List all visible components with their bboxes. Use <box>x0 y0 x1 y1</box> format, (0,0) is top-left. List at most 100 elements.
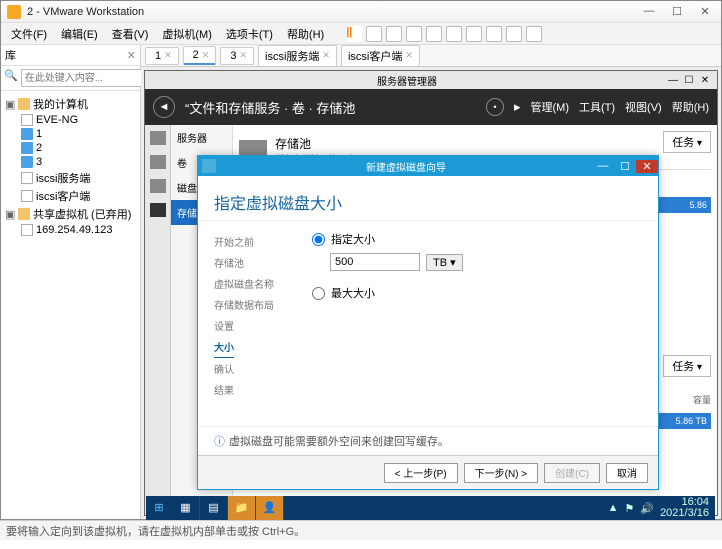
toolbar-icon[interactable] <box>366 26 382 42</box>
toolbar-icon[interactable] <box>446 26 462 42</box>
step-settings[interactable]: 设置 <box>214 315 298 336</box>
menu-edit[interactable]: 编辑(E) <box>55 24 104 44</box>
menu-tools[interactable]: 工具(T) <box>579 99 615 115</box>
toolbar-icon[interactable] <box>386 26 402 42</box>
tree-item-2[interactable]: 2 <box>3 141 138 155</box>
tree-item-iscsi-client[interactable]: iscsi客户端 <box>3 187 138 205</box>
server-icon[interactable] <box>150 155 166 169</box>
tasks-button-2[interactable]: 任务 ▾ <box>663 355 711 377</box>
cancel-button[interactable]: 取消 <box>606 463 648 483</box>
clock[interactable]: 16:04 2021/3/16 <box>660 497 709 519</box>
window-controls: — ☐ ✕ <box>639 5 715 18</box>
close-button[interactable]: ✕ <box>695 5 715 18</box>
toolbar-icon[interactable] <box>406 26 422 42</box>
menu-view[interactable]: 视图(V) <box>625 99 662 115</box>
toolbar-icon[interactable] <box>466 26 482 42</box>
maximize-button[interactable]: ☐ <box>614 160 636 173</box>
tree-item-iscsi-server[interactable]: iscsi服务端 <box>3 169 138 187</box>
breadcrumb: “文件和存储服务 · 卷 · 存储池 <box>185 98 476 117</box>
tree-item-1[interactable]: 1 <box>3 127 138 141</box>
tray-icon[interactable]: ⚑ <box>624 502 634 515</box>
maximize-button[interactable]: ☐ <box>681 75 697 86</box>
tab-2[interactable]: 2✕ <box>183 46 217 65</box>
close-icon[interactable]: ✕ <box>239 50 247 61</box>
tree-ip[interactable]: 169.254.49.123 <box>3 223 138 237</box>
taskbar-item[interactable]: ▤ <box>200 496 228 520</box>
wizard-titlebar: 新建虚拟磁盘向导 — ☐ ✕ <box>198 156 658 176</box>
titlebar: 2 - VMware Workstation — ☐ ✕ <box>1 1 721 23</box>
library-sidebar: 库 ✕ 🔍 ▾ ▣ 我的计算机 EVE-NG 1 <box>1 45 141 519</box>
srvmgr-titlebar: 服务器管理器 —☐✕ <box>145 71 717 89</box>
file-services-icon[interactable] <box>150 203 166 217</box>
size-unit-dropdown[interactable]: TB ▾ <box>426 254 463 271</box>
library-close-icon[interactable]: ✕ <box>127 49 136 62</box>
toolbar-icon[interactable] <box>506 26 522 42</box>
vm-icon <box>21 172 33 184</box>
tab-iscsi-server[interactable]: iscsi服务端✕ <box>258 45 337 67</box>
close-button[interactable]: ✕ <box>697 75 713 86</box>
step-layout[interactable]: 存储数据布局 <box>214 294 298 315</box>
close-icon[interactable]: ✕ <box>164 50 172 61</box>
wizard-form: 指定大小 TB ▾ 最大大小 <box>298 221 658 426</box>
tray-icon[interactable]: ▲ <box>608 502 619 514</box>
wizard-heading: 指定虚拟磁盘大小 <box>198 176 658 221</box>
vm-icon <box>21 114 33 126</box>
menu-file[interactable]: 文件(F) <box>5 24 53 44</box>
taskbar-item-explorer[interactable]: 📁 <box>228 496 256 520</box>
close-icon[interactable]: ✕ <box>202 50 210 61</box>
tab-3[interactable]: 3✕ <box>220 47 254 65</box>
maximize-button[interactable]: ☐ <box>667 5 687 18</box>
radio-max-size[interactable] <box>312 287 325 300</box>
all-servers-icon[interactable] <box>150 179 166 193</box>
minimize-button[interactable]: — <box>592 160 614 173</box>
tree-item-eveng[interactable]: EVE-NG <box>3 113 138 127</box>
next-button[interactable]: 下一步(N) > <box>464 463 539 483</box>
size-input[interactable] <box>330 253 420 271</box>
library-search-input[interactable] <box>21 69 161 87</box>
toolbar-icon[interactable] <box>486 26 502 42</box>
menu-tabs[interactable]: 选项卡(T) <box>220 24 279 44</box>
pause-icon[interactable]: || <box>346 26 362 42</box>
menu-help[interactable]: 帮助(H) <box>672 99 709 115</box>
flag-icon[interactable]: ▸ <box>514 99 521 115</box>
capacity-bar-2: 5.86 TB <box>651 413 711 429</box>
tree-root[interactable]: ▣ 我的计算机 <box>3 95 138 113</box>
prev-button[interactable]: < 上一步(P) <box>384 463 458 483</box>
step-confirm: 确认 <box>214 358 298 379</box>
menu-vm[interactable]: 虚拟机(M) <box>156 24 218 44</box>
tray-icon[interactable]: 🔊 <box>640 502 654 515</box>
radio-fixed-size[interactable] <box>312 233 325 246</box>
system-tray[interactable]: ▲ ⚑ 🔊 16:04 2021/3/16 <box>602 497 715 519</box>
menu-manage[interactable]: 管理(M) <box>531 99 570 115</box>
tree-shared[interactable]: ▣ 共享虚拟机 (已弃用) <box>3 205 138 223</box>
minimize-button[interactable]: — <box>639 5 659 18</box>
tasks-button[interactable]: 任务 ▾ <box>663 131 711 153</box>
back-button[interactable]: ◄ <box>153 96 175 118</box>
step-name[interactable]: 虚拟磁盘名称 <box>214 273 298 294</box>
menu-view[interactable]: 查看(V) <box>106 24 155 44</box>
close-icon[interactable]: ✕ <box>322 50 330 61</box>
step-size[interactable]: 大小 <box>214 336 234 358</box>
close-button[interactable]: ✕ <box>636 160 658 173</box>
taskbar-item[interactable]: 👤 <box>256 496 284 520</box>
step-before[interactable]: 开始之前 <box>214 231 298 252</box>
refresh-icon[interactable]: • <box>486 98 504 116</box>
step-pool[interactable]: 存储池 <box>214 252 298 273</box>
host-icon <box>21 224 33 236</box>
toolbar-icon[interactable] <box>426 26 442 42</box>
taskbar-item[interactable]: ▦ <box>172 496 200 520</box>
close-icon[interactable]: ✕ <box>405 50 413 61</box>
tab-iscsi-client[interactable]: iscsi客户端✕ <box>341 45 420 67</box>
tree-item-3[interactable]: 3 <box>3 155 138 169</box>
fixed-size-label: 指定大小 <box>331 231 375 247</box>
dashboard-icon[interactable] <box>150 131 166 145</box>
tab-1[interactable]: 1✕ <box>145 47 179 65</box>
guest-taskbar: ⊞ ▦ ▤ 📁 👤 ▲ ⚑ 🔊 16:04 2021/3/16 <box>146 496 715 520</box>
start-button[interactable]: ⊞ <box>146 496 172 520</box>
info-icon: ⓘ <box>214 436 225 448</box>
menu-help[interactable]: 帮助(H) <box>281 24 330 44</box>
minimize-button[interactable]: — <box>665 75 681 86</box>
srvmgr-iconbar <box>145 125 171 515</box>
nav-servers[interactable]: 服务器 <box>171 125 232 150</box>
toolbar-icon[interactable] <box>526 26 542 42</box>
